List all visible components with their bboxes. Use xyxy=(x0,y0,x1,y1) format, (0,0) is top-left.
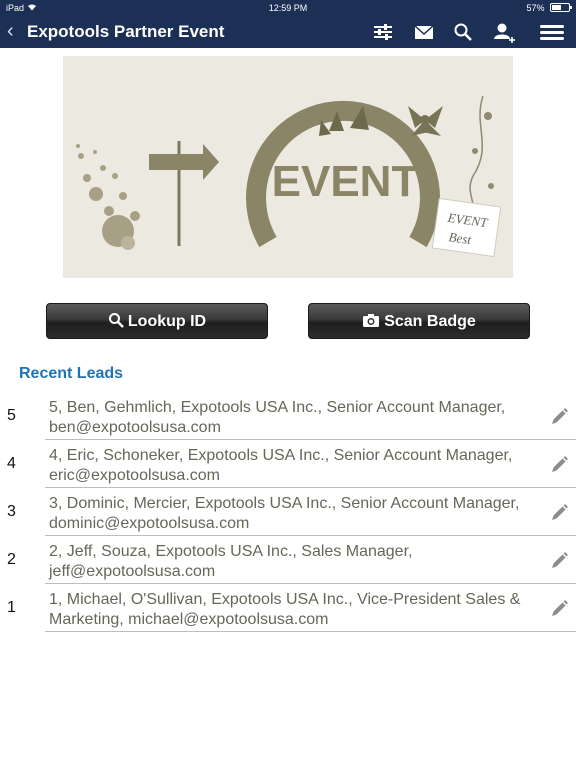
lead-details: 2, Jeff, Souza, Expotools USA Inc., Sale… xyxy=(49,543,413,580)
mail-icon[interactable] xyxy=(413,22,435,42)
edit-pencil-icon[interactable] xyxy=(549,407,569,427)
menu-icon[interactable] xyxy=(539,22,565,42)
lookup-id-label: Lookup ID xyxy=(127,313,207,330)
lookup-id-button[interactable]: Lookup ID xyxy=(46,303,268,339)
page-title: Expotools Partner Event xyxy=(27,22,225,41)
lead-number: 4 xyxy=(7,455,16,472)
recent-leads-title: Recent Leads xyxy=(19,365,124,382)
lead-details: 3, Dominic, Mercier, Expotools USA Inc.,… xyxy=(49,495,520,532)
lead-number: 3 xyxy=(7,503,16,520)
lead-row[interactable]: 2 2, Jeff, Souza, Expotools USA Inc., Sa… xyxy=(0,536,576,584)
battery-icon xyxy=(550,3,572,13)
edit-pencil-icon[interactable] xyxy=(549,551,569,571)
search-icon[interactable] xyxy=(452,22,474,42)
lead-number: 1 xyxy=(7,599,16,616)
lead-details: 4, Eric, Schoneker, Expotools USA Inc., … xyxy=(49,447,513,484)
lead-details: 1, Michael, O'Sullivan, Expotools USA In… xyxy=(49,591,521,628)
lead-details: 5, Ben, Gehmlich, Expotools USA Inc., Se… xyxy=(49,399,506,436)
banner-event-text: EVENT xyxy=(272,157,419,206)
filter-sliders-icon[interactable] xyxy=(372,22,394,42)
edit-pencil-icon[interactable] xyxy=(549,599,569,619)
nav-bar: ‹ Expotools Partner Event xyxy=(0,16,576,48)
lead-number: 2 xyxy=(7,551,16,568)
add-user-icon[interactable] xyxy=(492,22,515,43)
lead-row[interactable]: 3 3, Dominic, Mercier, Expotools USA Inc… xyxy=(0,488,576,536)
search-icon xyxy=(108,312,124,328)
back-icon[interactable]: ‹ xyxy=(7,20,14,42)
lead-row[interactable]: 1 1, Michael, O'Sullivan, Expotools USA … xyxy=(0,584,576,632)
camera-icon xyxy=(363,313,380,327)
lead-row[interactable]: 5 5, Ben, Gehmlich, Expotools USA Inc., … xyxy=(0,392,576,440)
banner-card-line2: Best xyxy=(448,229,473,247)
lead-number: 5 xyxy=(7,407,16,424)
status-bar: iPad 12:59 PM 57% xyxy=(0,0,576,16)
status-time: 12:59 PM xyxy=(268,3,308,13)
scan-badge-label: Scan Badge xyxy=(384,313,476,330)
recent-leads-list: 5 5, Ben, Gehmlich, Expotools USA Inc., … xyxy=(0,392,576,632)
edit-pencil-icon[interactable] xyxy=(549,503,569,523)
scan-badge-button[interactable]: Scan Badge xyxy=(308,303,530,339)
event-banner: EVENT EVENT Best xyxy=(63,56,513,278)
event-banner-image: EVENT EVENT Best xyxy=(63,56,513,278)
lead-row[interactable]: 4 4, Eric, Schoneker, Expotools USA Inc.… xyxy=(0,440,576,488)
row-divider xyxy=(45,631,576,632)
edit-pencil-icon[interactable] xyxy=(549,455,569,475)
battery-percent: 57% xyxy=(526,3,545,13)
